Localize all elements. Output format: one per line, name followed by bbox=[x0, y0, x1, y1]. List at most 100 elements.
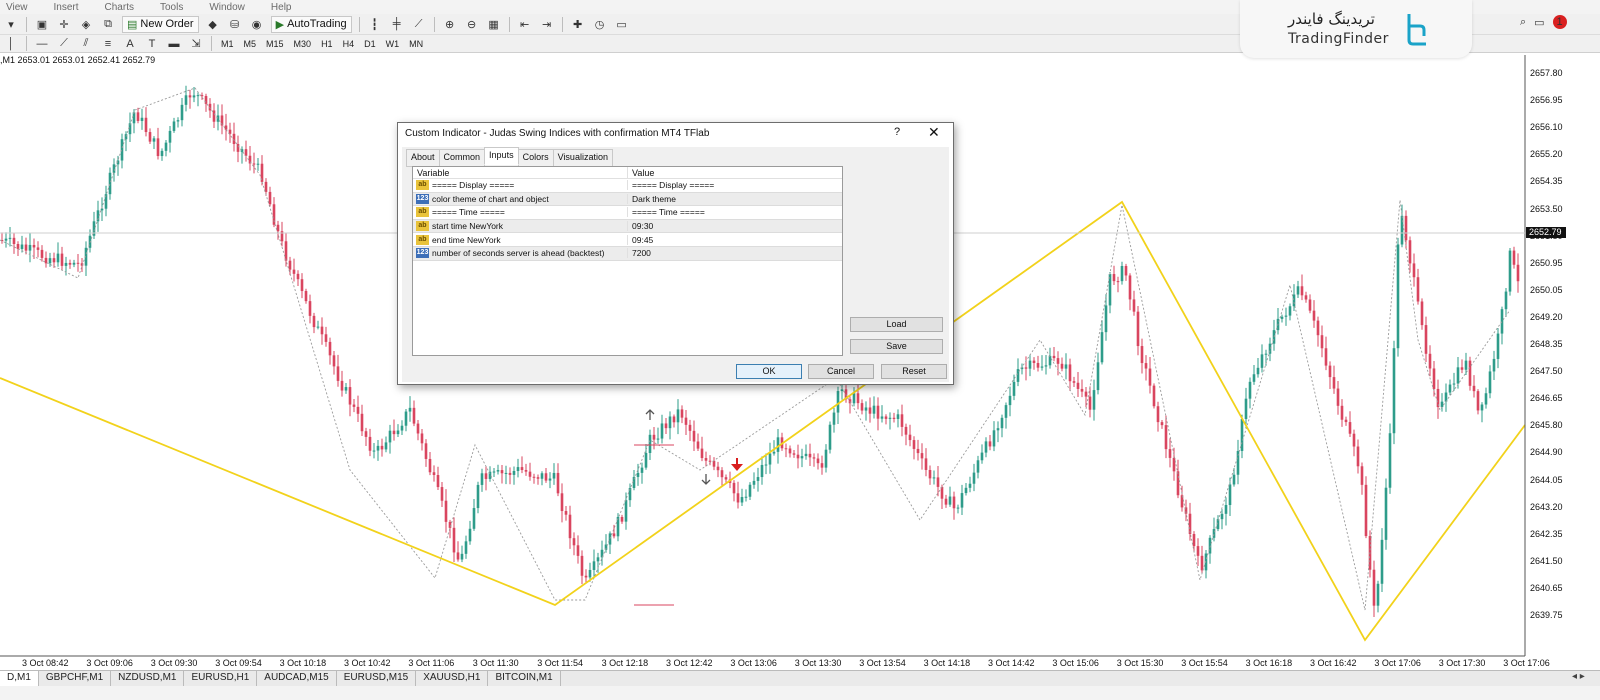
column-header-value[interactable]: Value bbox=[627, 167, 842, 178]
candle-body bbox=[108, 172, 112, 195]
trendline-icon[interactable]: ⟋ bbox=[55, 36, 73, 52]
zoom-in-icon[interactable]: ⊕ bbox=[441, 16, 459, 32]
table-row[interactable]: 123 color theme of chart and object Dark … bbox=[413, 192, 842, 207]
value-cell[interactable]: 7200 bbox=[627, 248, 842, 259]
tab-about[interactable]: About bbox=[406, 149, 440, 167]
periods-icon[interactable]: ◷ bbox=[591, 16, 609, 32]
reset-button[interactable]: Reset bbox=[881, 364, 947, 379]
candle-body bbox=[520, 467, 524, 471]
cancel-button[interactable]: Cancel bbox=[808, 364, 874, 379]
timeframe-m1[interactable]: M1 bbox=[221, 39, 234, 49]
data-window-icon[interactable]: ⧉ bbox=[99, 16, 117, 32]
timeframe-mn[interactable]: MN bbox=[409, 39, 423, 49]
candle-body bbox=[308, 301, 312, 316]
table-row[interactable]: ab ===== Display ===== ===== Display ====… bbox=[413, 179, 842, 193]
symbol-tab[interactable]: BITCOIN,M1 bbox=[488, 671, 561, 686]
symbol-tab[interactable]: EURUSD,H1 bbox=[184, 671, 258, 686]
signals-icon[interactable]: ◉ bbox=[248, 16, 266, 32]
tab-common[interactable]: Common bbox=[438, 149, 486, 167]
arrows-icon[interactable]: ▬ bbox=[165, 36, 183, 52]
toolbar-separator bbox=[433, 16, 435, 32]
table-row[interactable]: 123 number of seconds server is ahead (ba… bbox=[413, 246, 842, 261]
fibonacci-icon[interactable]: ≡ bbox=[99, 36, 117, 52]
menu-window[interactable]: Window bbox=[209, 2, 245, 13]
help-button[interactable]: ? bbox=[894, 126, 900, 138]
symbol-tab[interactable]: NZDUSD,M1 bbox=[111, 671, 185, 686]
new-order-label: New Order bbox=[140, 18, 194, 30]
candle-body bbox=[196, 95, 200, 97]
candle-body bbox=[52, 258, 56, 263]
chat-icon[interactable]: ▭ bbox=[1534, 16, 1544, 29]
indicators-icon[interactable]: ✚ bbox=[569, 16, 587, 32]
candle-body bbox=[772, 451, 776, 454]
menu-tools[interactable]: Tools bbox=[160, 2, 183, 13]
tab-visualization[interactable]: Visualization bbox=[552, 149, 613, 167]
autoscroll-icon[interactable]: ⇥ bbox=[538, 16, 556, 32]
zoom-out-icon[interactable]: ⊖ bbox=[463, 16, 481, 32]
menu-help[interactable]: Help bbox=[271, 2, 292, 13]
crosshair-icon[interactable]: ✛ bbox=[55, 16, 73, 32]
timeframe-m30[interactable]: M30 bbox=[294, 39, 312, 49]
menu-view[interactable]: View bbox=[6, 2, 28, 13]
candle-body bbox=[836, 391, 840, 413]
candlestick-icon[interactable]: ╪ bbox=[388, 16, 406, 32]
timeframe-h1[interactable]: H1 bbox=[321, 39, 333, 49]
navigator-icon[interactable]: ◈ bbox=[77, 16, 95, 32]
table-row[interactable]: ab start time NewYork 09:30 bbox=[413, 219, 842, 234]
metaeditor-icon[interactable]: ◆ bbox=[204, 16, 222, 32]
table-row[interactable]: ab ===== Time ===== ===== Time ===== bbox=[413, 206, 842, 220]
tab-inputs[interactable]: Inputs bbox=[484, 147, 519, 165]
autotrading-button[interactable]: ▶ AutoTrading bbox=[270, 15, 352, 33]
bar-chart-icon[interactable]: ┇ bbox=[366, 16, 384, 32]
candle-body bbox=[1172, 457, 1176, 472]
line-chart-icon[interactable]: ⟋ bbox=[410, 16, 428, 32]
timeframe-h4[interactable]: H4 bbox=[343, 39, 355, 49]
new-chart-icon[interactable]: ▣ bbox=[33, 16, 51, 32]
value-cell[interactable]: ===== Time ===== bbox=[627, 207, 842, 218]
ok-button[interactable]: OK bbox=[736, 364, 802, 379]
value-cell[interactable]: ===== Display ===== bbox=[627, 180, 842, 191]
candle-body bbox=[1284, 315, 1288, 317]
search-icon[interactable]: ⌕ bbox=[1520, 16, 1526, 29]
candle-body bbox=[572, 538, 576, 546]
value-cell[interactable]: 09:30 bbox=[627, 221, 842, 232]
tab-colors[interactable]: Colors bbox=[517, 149, 554, 167]
save-button[interactable]: Save bbox=[850, 339, 943, 354]
cursor-icon[interactable]: │ bbox=[2, 36, 20, 52]
symbol-tab[interactable]: EURUSD,M15 bbox=[337, 671, 417, 686]
shapes-dropdown-icon[interactable]: ⇲ bbox=[187, 36, 205, 52]
candle-body bbox=[760, 464, 764, 478]
table-row[interactable]: ab end time NewYork 09:45 bbox=[413, 233, 842, 247]
tile-windows-icon[interactable]: ▦ bbox=[485, 16, 503, 32]
text-icon[interactable]: A bbox=[121, 36, 139, 52]
tab-scroll-arrows-icon[interactable]: ◂ ▸ bbox=[1572, 671, 1585, 682]
symbol-tab[interactable]: XAUUSD,H1 bbox=[416, 671, 489, 686]
symbol-tab[interactable]: GBPCHF,M1 bbox=[39, 671, 112, 686]
new-order-button[interactable]: ▤ New Order bbox=[122, 15, 199, 33]
templates-icon[interactable]: ▭ bbox=[613, 16, 631, 32]
channel-icon[interactable]: ⫽ bbox=[77, 36, 95, 52]
timeframe-w1[interactable]: W1 bbox=[386, 39, 400, 49]
symbol-tab[interactable]: D,M1 bbox=[0, 671, 39, 686]
candle-body bbox=[1064, 364, 1068, 369]
horizontal-line-icon[interactable]: — bbox=[33, 36, 51, 52]
candle-body bbox=[244, 149, 248, 156]
load-button[interactable]: Load bbox=[850, 317, 943, 332]
symbol-tabs: D,M1 GBPCHF,M1 NZDUSD,M1 EURUSD,H1 AUDCA… bbox=[0, 670, 1600, 686]
symbol-tab[interactable]: AUDCAD,M15 bbox=[257, 671, 337, 686]
value-cell[interactable]: 09:45 bbox=[627, 234, 842, 245]
menu-insert[interactable]: Insert bbox=[54, 2, 79, 13]
profiles-dropdown-icon[interactable]: ▾ bbox=[2, 16, 20, 32]
chart-shift-icon[interactable]: ⇤ bbox=[516, 16, 534, 32]
text-label-icon[interactable]: T bbox=[143, 36, 161, 52]
timeframe-m5[interactable]: M5 bbox=[244, 39, 257, 49]
column-header-variable[interactable]: Variable bbox=[413, 167, 627, 178]
candle-body bbox=[1168, 449, 1172, 458]
market-icon[interactable]: ⛁ bbox=[226, 16, 244, 32]
timeframe-m15[interactable]: M15 bbox=[266, 39, 284, 49]
timeframe-d1[interactable]: D1 bbox=[364, 39, 376, 49]
close-icon[interactable]: ✕ bbox=[928, 124, 940, 141]
notification-badge[interactable]: 1 bbox=[1552, 15, 1567, 29]
menu-charts[interactable]: Charts bbox=[105, 2, 134, 13]
value-cell[interactable]: Dark theme bbox=[627, 193, 842, 204]
